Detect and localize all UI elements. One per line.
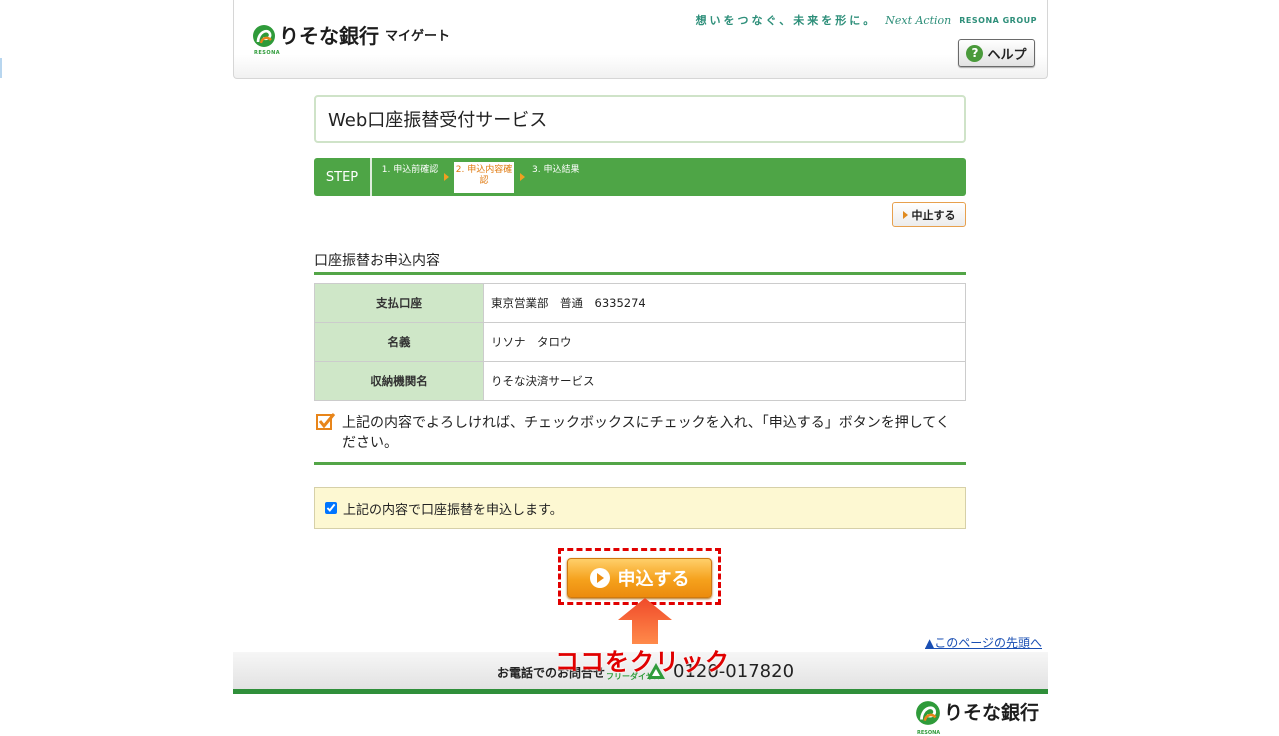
page-top-link[interactable]: ▲このページの先頭へ bbox=[925, 634, 1042, 651]
table-value-cell: リソナ タロウ bbox=[483, 322, 966, 362]
step-label: STEP bbox=[314, 158, 372, 196]
logo-tag: RESONA bbox=[254, 50, 281, 56]
table-value-cell: りそな決済サービス bbox=[483, 361, 966, 401]
play-icon bbox=[589, 568, 610, 588]
slogan: 想いをつなぐ、未来を形に。 Next Action RESONA GROUP bbox=[696, 12, 1037, 28]
step-1: 1. 申込前確認 bbox=[381, 165, 439, 175]
slogan-text: 想いをつなぐ、未来を形に。 bbox=[695, 14, 878, 27]
help-label: ヘルプ bbox=[987, 47, 1027, 63]
table-row: 名義 リソナ タロウ bbox=[314, 322, 966, 362]
brand-name: りそな銀行 bbox=[279, 24, 379, 48]
notice-text: 上記の内容でよろしければ、チェックボックスにチェックを入れ、「申込する」ボタンを… bbox=[342, 415, 950, 451]
left-edge-marker bbox=[0, 58, 2, 78]
section-title: 口座振替お申込内容 bbox=[314, 250, 966, 275]
submit-label: 申込する bbox=[617, 569, 690, 590]
footer-logo[interactable]: RESONA りそな銀行 bbox=[915, 700, 1040, 736]
step-arrow-icon bbox=[520, 173, 525, 181]
table-header-cell: 支払口座 bbox=[314, 283, 484, 323]
application-table: 支払口座 東京営業部 普通 6335274 名義 リソナ タロウ 収納機関名 り… bbox=[314, 283, 966, 401]
cancel-button[interactable]: 中止する bbox=[892, 202, 966, 227]
help-button[interactable]: ? ヘルプ bbox=[958, 39, 1035, 67]
page-title: Web口座振替受付サービス bbox=[314, 95, 966, 143]
cancel-label: 中止する bbox=[911, 208, 956, 222]
brand-logo[interactable]: RESONA りそな銀行 マイゲート bbox=[252, 24, 451, 56]
annotation-arrow-icon bbox=[618, 598, 672, 644]
resona-logo-icon: RESONA bbox=[915, 700, 941, 736]
step-arrow-icon bbox=[444, 173, 449, 181]
triangle-right-icon bbox=[902, 210, 908, 219]
brand-sub: マイゲート bbox=[385, 29, 451, 44]
page: RESONA りそな銀行 マイゲート 想いをつなぐ、未来を形に。 Next Ac… bbox=[233, 0, 1048, 736]
table-row: 収納機関名 りそな決済サービス bbox=[314, 361, 966, 401]
footer-line bbox=[233, 689, 1048, 694]
step-2-current: 2. 申込内容確認 bbox=[454, 162, 514, 193]
help-icon: ? bbox=[966, 44, 984, 62]
resona-logo-icon: RESONA bbox=[252, 24, 280, 56]
checkmark-icon bbox=[316, 413, 336, 430]
table-row: 支払口座 東京営業部 普通 6335274 bbox=[314, 283, 966, 323]
header: RESONA りそな銀行 マイゲート 想いをつなぐ、未来を形に。 Next Ac… bbox=[233, 0, 1048, 79]
logo-tag: RESONA bbox=[917, 730, 941, 736]
agree-checkbox[interactable] bbox=[325, 502, 337, 514]
step-3: 3. 申込結果 bbox=[532, 165, 580, 175]
step-bar: STEP 1. 申込前確認 2. 申込内容確認 3. 申込結果 bbox=[314, 158, 966, 196]
agree-row[interactable]: 上記の内容で口座振替を申込します。 bbox=[314, 487, 966, 529]
slogan-next: Next Action bbox=[885, 13, 952, 27]
slogan-group: RESONA GROUP bbox=[959, 15, 1037, 25]
notice: 上記の内容でよろしければ、チェックボックスにチェックを入れ、「申込する」ボタンを… bbox=[314, 410, 966, 465]
table-header-cell: 収納機関名 bbox=[314, 361, 484, 401]
agree-label: 上記の内容で口座振替を申込します。 bbox=[343, 502, 563, 518]
footer-brand-name: りそな銀行 bbox=[944, 702, 1040, 724]
submit-button[interactable]: 申込する bbox=[567, 558, 712, 598]
click-annotation: ココをクリック bbox=[555, 648, 730, 676]
table-header-cell: 名義 bbox=[314, 322, 484, 362]
table-value-cell: 東京営業部 普通 6335274 bbox=[483, 283, 966, 323]
